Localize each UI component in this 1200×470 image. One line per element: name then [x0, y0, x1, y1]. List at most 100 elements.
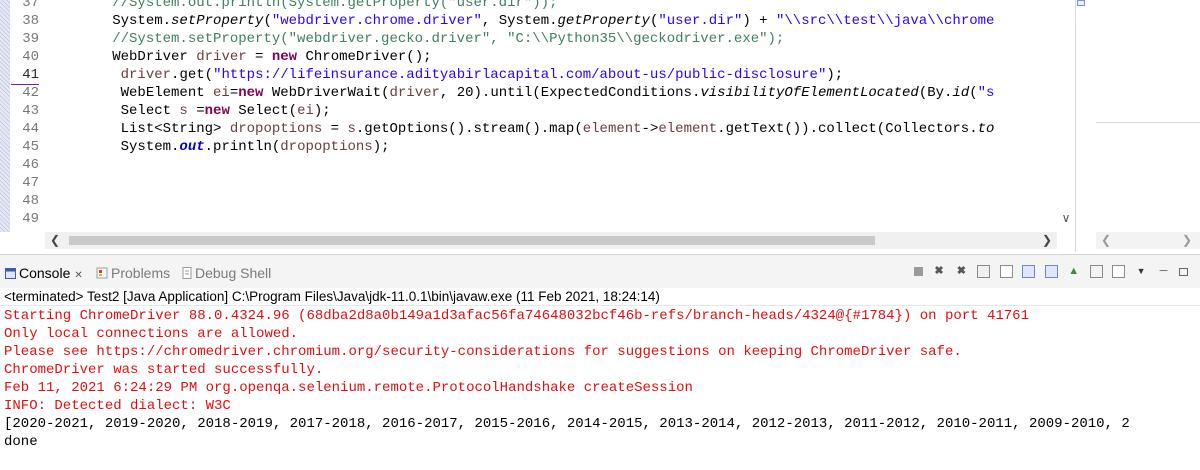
code-token: WebDriver: [45, 49, 197, 65]
code-token: =: [322, 121, 348, 137]
minimize-icon[interactable]: ─: [1157, 265, 1170, 278]
code-line[interactable]: WebElement ei=new WebDriverWait(driver, …: [45, 84, 995, 102]
line-number: 39: [22, 31, 39, 47]
console-output-line: INFO: Detected dialect: W3C: [4, 398, 231, 414]
pin-console-icon[interactable]: ▲: [1067, 265, 1080, 278]
open-console-icon[interactable]: [1112, 265, 1126, 279]
code-editor[interactable]: 37 38 39 40 41 42 43 44 45 46 47 48 49 //System.out.…: [0, 0, 1075, 232]
problems-icon: [96, 265, 108, 283]
remove-all-icon[interactable]: ✖: [955, 265, 968, 278]
close-icon[interactable]: ✕: [74, 270, 82, 281]
panel-horizontal-scrollbar[interactable]: ❮ ❯: [1096, 232, 1200, 249]
line-number: 44: [22, 121, 39, 137]
line-number: 40: [22, 49, 39, 65]
code-token: System.: [45, 13, 172, 29]
console-output[interactable]: Starting ChromeDriver 88.0.4324.96 (68db…: [0, 307, 1200, 470]
view-menu-icon[interactable]: ▼: [1135, 265, 1148, 278]
console-output-line: Starting ChromeDriver 88.0.4324.96 (68db…: [4, 308, 1029, 324]
code-line[interactable]: WebDriver driver = new ChromeDriver();: [45, 48, 431, 66]
scroll-left-icon[interactable]: ❮: [45, 232, 65, 249]
code-token: (By.: [918, 85, 953, 101]
line-number: 43: [22, 103, 39, 119]
code-token: (: [969, 85, 978, 101]
console-toolbar: ✖ ✖ ▲ ▼ ─: [914, 263, 1193, 279]
code-token: List<String>: [45, 121, 230, 137]
tab-console[interactable]: Console ✕: [5, 264, 83, 282]
display-console-icon[interactable]: [1089, 265, 1103, 279]
scroll-left-icon[interactable]: ❮: [1098, 232, 1114, 249]
code-token: , System.: [481, 13, 558, 29]
code-token: "https://lifeinsurance.adityabirlacapita…: [213, 67, 827, 83]
code-token: , 20).until(ExpectedConditions.: [439, 85, 701, 101]
line-number-gutter: 37 38 39 40 41 42 43 44 45 46 47 48 49: [10, 0, 45, 232]
line-number: 41: [22, 67, 39, 83]
code-line[interactable]: //System.out.println(System.getProperty(…: [45, 0, 557, 12]
console-tab-bar: Console ✕ Problems Debug Shell ✖ ✖ ▲ ▼ ─: [0, 254, 1200, 288]
code-token: //System.out.println(System.getProperty(…: [45, 0, 558, 11]
line-number: 46: [22, 157, 39, 173]
current-line-marker: [11, 84, 39, 85]
code-token: //System.setProperty("webdriver.gecko.dr…: [45, 31, 785, 47]
horizontal-scrollbar[interactable]: ❮ ❯: [45, 232, 1057, 249]
code-token: "webdriver.chrome.driver": [271, 13, 482, 29]
line-number: 45: [22, 139, 39, 155]
code-token: dropoptions: [229, 121, 323, 137]
code-line[interactable]: System.out.println(dropoptions);: [45, 138, 390, 156]
code-token: s: [347, 121, 356, 137]
word-wrap-icon[interactable]: [999, 265, 1013, 279]
panel-divider: [1096, 122, 1200, 123]
code-area[interactable]: //System.out.println(System.getProperty(…: [45, 0, 1057, 232]
tab-problems-label: Problems: [111, 265, 171, 281]
line-number: 47: [22, 175, 39, 191]
scrollbar-thumb[interactable]: [69, 236, 875, 245]
code-line[interactable]: //System.setProperty("webdriver.gecko.dr…: [45, 30, 784, 48]
tab-problems[interactable]: Problems: [96, 264, 170, 282]
panel-marker-icon: [1077, 0, 1085, 6]
code-token: element: [582, 121, 642, 137]
scroll-right-icon[interactable]: ❯: [1179, 232, 1195, 249]
code-line[interactable]: Select s =new Select(ei);: [45, 102, 331, 120]
line-number: 48: [22, 193, 39, 209]
code-token: .println(: [204, 139, 281, 155]
console-output-line: Feb 11, 2021 6:24:29 PM org.openqa.selen…: [4, 380, 693, 396]
code-token: Select: [45, 103, 180, 119]
code-token: );: [372, 139, 390, 155]
code-token: new: [204, 103, 230, 119]
tab-debug-shell-label: Debug Shell: [195, 265, 272, 281]
stop-icon[interactable]: [914, 267, 923, 277]
remove-launch-icon[interactable]: ✖: [932, 265, 945, 278]
vertical-scrollbar[interactable]: ∨: [1057, 0, 1075, 232]
tab-debug-shell[interactable]: Debug Shell: [182, 264, 271, 282]
scroll-down-icon[interactable]: ∨: [1057, 208, 1075, 228]
code-token: WebElement: [45, 85, 214, 101]
console-status-line: <terminated> Test2 [Java Application] C:…: [0, 288, 1200, 306]
code-token: setProperty: [171, 13, 264, 29]
code-token: s: [179, 103, 188, 119]
code-token: new: [271, 49, 298, 65]
code-line[interactable]: driver.get("https://lifeinsurance.aditya…: [45, 66, 844, 84]
code-token: "s: [977, 85, 995, 101]
scroll-right-icon[interactable]: ❯: [1037, 232, 1057, 249]
code-token: driver: [389, 85, 440, 101]
code-token: .get(: [171, 67, 214, 83]
code-token: =: [229, 85, 239, 101]
code-token: .getOptions().stream().map(: [355, 121, 583, 137]
line-number: 37: [22, 0, 39, 11]
code-token: =: [187, 103, 205, 119]
line-number: 42: [22, 85, 39, 101]
scroll-lock-icon[interactable]: [977, 265, 991, 279]
overview-ruler: [0, 0, 10, 232]
show-on-output-icon[interactable]: [1022, 265, 1036, 279]
code-token: new: [238, 85, 264, 101]
code-token: .getText()).collect(Collectors.: [717, 121, 978, 137]
code-token: System.: [45, 139, 180, 155]
code-line[interactable]: System.setProperty("webdriver.chrome.dri…: [45, 12, 994, 30]
code-token: );: [313, 103, 331, 119]
code-token: ) +: [742, 13, 776, 29]
code-token: ->: [641, 121, 659, 137]
console-output-line: ChromeDriver was started successfully.: [4, 362, 324, 378]
maximize-icon[interactable]: [1179, 267, 1189, 276]
show-on-error-icon[interactable]: [1044, 265, 1058, 279]
code-line[interactable]: List<String> dropoptions = s.getOptions(…: [45, 120, 995, 138]
